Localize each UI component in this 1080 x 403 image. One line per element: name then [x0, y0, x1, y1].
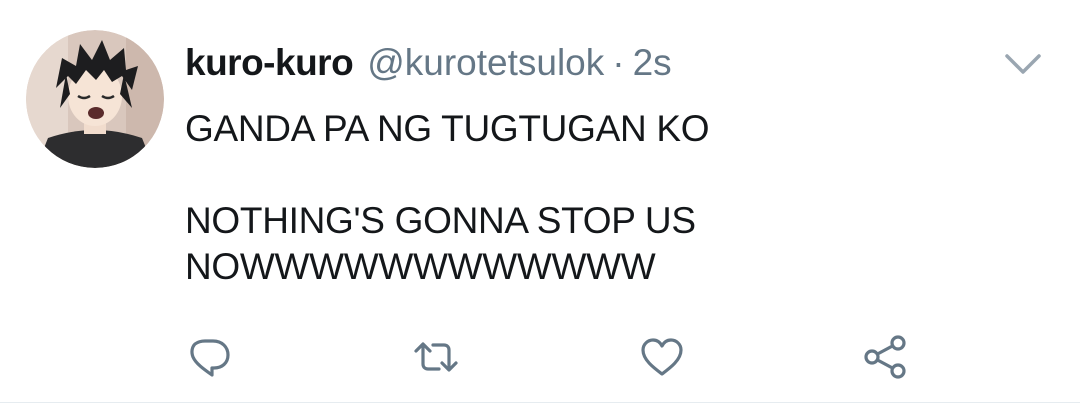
reply-icon [190, 339, 230, 377]
chevron-down-icon[interactable] [1003, 46, 1043, 82]
reply-button[interactable] [185, 333, 233, 381]
tweet-card[interactable]: kuro-kuro @kurotetsulok · 2s GANDA PA NG… [0, 0, 1080, 403]
tweet-text-line: NOTHING'S GONNA STOP US [185, 200, 696, 241]
like-button[interactable] [638, 333, 686, 381]
retweet-button[interactable] [412, 333, 460, 381]
share-button[interactable] [862, 333, 910, 381]
display-name[interactable]: kuro-kuro [185, 40, 354, 86]
separator-dot: · [612, 42, 625, 83]
retweet-icon [414, 342, 458, 372]
share-icon [864, 335, 906, 379]
tweet-text: GANDA PA NG TUGTUGAN KO NOTHING'S GONNA … [185, 106, 1045, 290]
timestamp[interactable]: 2s [633, 40, 672, 86]
tweet-header: kuro-kuro @kurotetsulok · 2s [185, 40, 672, 86]
tweet-text-line: GANDA PA NG TUGTUGAN KO [185, 108, 710, 149]
tweet-text-line: NOWWWWWWWWWWWW [185, 246, 656, 287]
heart-icon [641, 338, 683, 376]
avatar[interactable] [26, 30, 164, 168]
user-handle[interactable]: @kurotetsulok [367, 40, 604, 86]
